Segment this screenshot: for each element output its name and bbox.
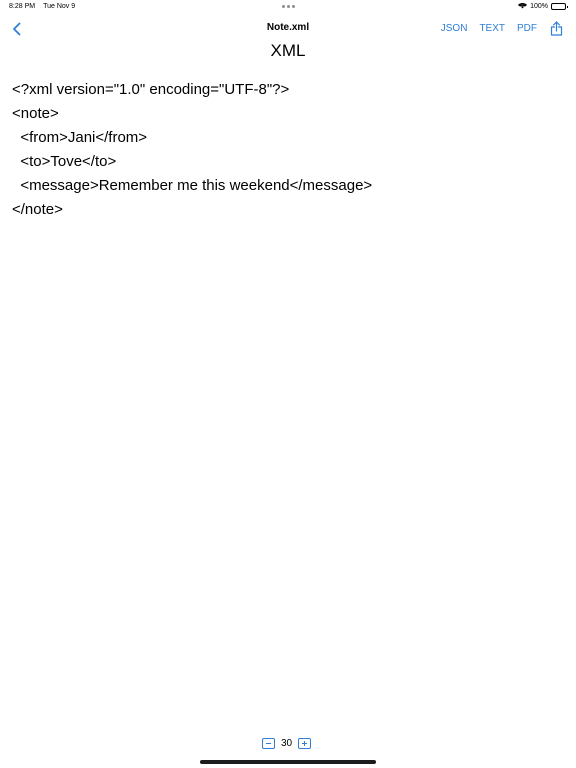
multitasking-dots[interactable] (282, 5, 295, 8)
code-line: <?xml version="1.0" encoding="UTF-8"?> (12, 81, 290, 98)
status-left: 8:28 PM Tue Nov 9 (9, 3, 75, 10)
code-line: <message>Remember me this weekend</messa… (12, 177, 373, 194)
decrease-font-button[interactable] (262, 738, 275, 749)
format-heading: XML (270, 41, 306, 60)
nav-actions: JSON TEXT PDF (435, 19, 565, 37)
dot (287, 5, 290, 8)
code-line: </note> (12, 201, 63, 218)
battery-percent: 100% (530, 3, 548, 10)
status-bar: 8:28 PM Tue Nov 9 100% (0, 0, 576, 14)
home-indicator[interactable] (200, 760, 376, 764)
status-date: Tue Nov 9 (43, 3, 76, 10)
dot (282, 5, 285, 8)
text-button[interactable]: TEXT (473, 20, 511, 37)
wifi-icon (518, 2, 528, 11)
share-icon (550, 20, 562, 36)
code-line: <note> (12, 105, 59, 122)
font-size-value: 30 (281, 738, 293, 749)
increase-font-button[interactable] (298, 738, 312, 749)
pdf-button[interactable]: PDF (511, 20, 543, 37)
minus-icon (266, 743, 271, 744)
dot (292, 5, 295, 8)
battery-icon (551, 3, 568, 10)
json-button[interactable]: JSON (435, 20, 474, 37)
code-line: <from>Jani</from> (12, 129, 148, 146)
plus-icon (302, 741, 308, 746)
document-content[interactable]: <?xml version="1.0" encoding="UTF-8"?> <… (12, 78, 372, 222)
share-button[interactable] (547, 19, 565, 37)
code-line: <to>Tove</to> (12, 153, 117, 170)
screen: 8:28 PM Tue Nov 9 100% Note.xml JSON TEX… (0, 0, 576, 768)
status-right: 100% (518, 2, 568, 11)
navigation-bar: Note.xml JSON TEXT PDF (0, 14, 576, 44)
font-size-stepper: 30 (262, 738, 312, 749)
status-time: 8:28 PM (9, 3, 36, 10)
